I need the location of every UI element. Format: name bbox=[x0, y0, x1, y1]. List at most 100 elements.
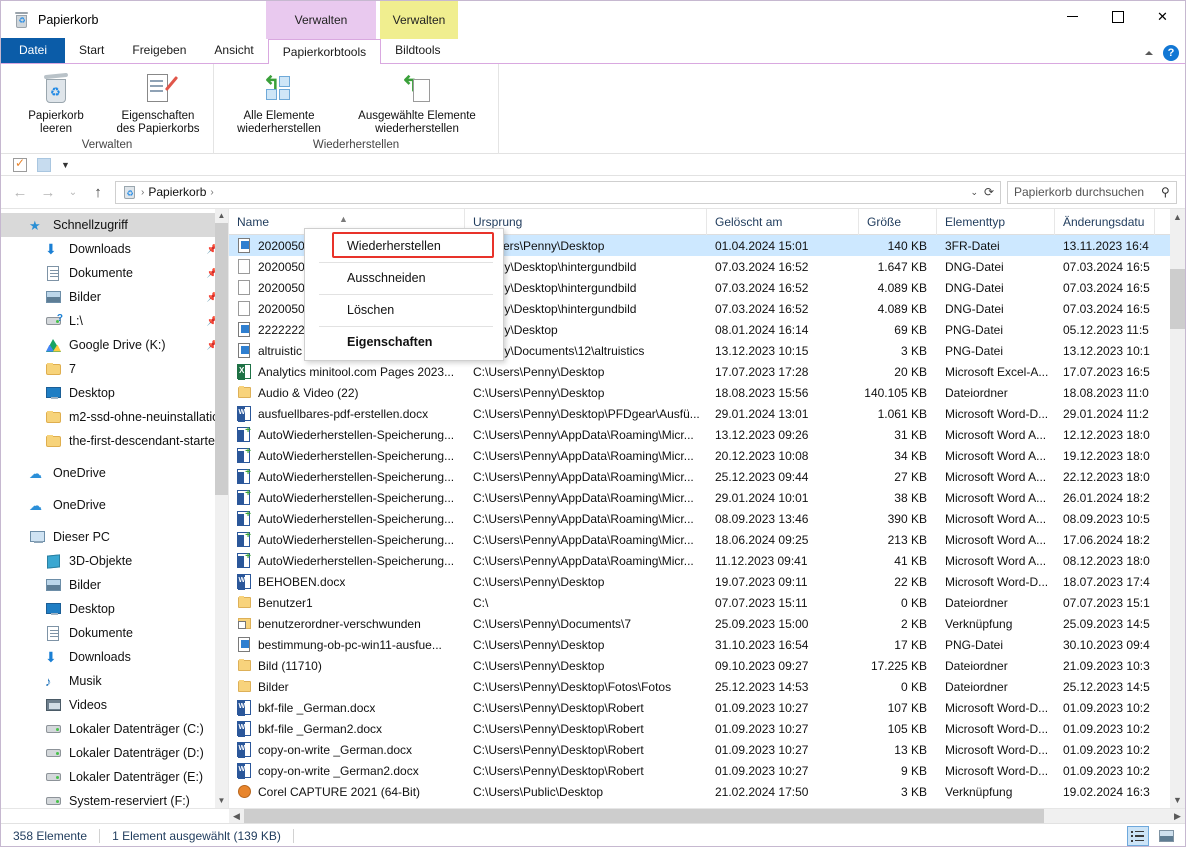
column-header-geloescht-am[interactable]: Gelöscht am bbox=[707, 209, 859, 235]
sidebar-item-google-drive-k[interactable]: Google Drive (K:) 📌 bbox=[1, 333, 228, 357]
column-header-elementtyp[interactable]: Elementtyp bbox=[937, 209, 1055, 235]
checkbox-select-icon[interactable] bbox=[13, 156, 27, 172]
table-row[interactable]: Bild (11710) C:\Users\Penny\Desktop 09.10.… bbox=[229, 655, 1185, 676]
refresh-icon[interactable]: ⟳ bbox=[984, 185, 994, 199]
back-button[interactable]: ← bbox=[9, 181, 31, 203]
forward-button[interactable]: → bbox=[37, 181, 59, 203]
sidebar-item-l[interactable]: ? L:\ 📌 bbox=[1, 309, 228, 333]
table-row[interactable]: copy-on-write _German.docx C:\Users\Penny… bbox=[229, 739, 1185, 760]
column-header-groesse[interactable]: Größe bbox=[859, 209, 937, 235]
cell-name[interactable]: AutoWiederherstellen-Speicherung... bbox=[229, 489, 465, 506]
table-row[interactable]: AutoWiederherstellen-Speicherung... C:\Us… bbox=[229, 508, 1185, 529]
cell-name[interactable]: AutoWiederherstellen-Speicherung... bbox=[229, 447, 465, 464]
sidebar-item-musik[interactable]: ♪ Musik bbox=[1, 669, 228, 693]
hscroll-left-icon[interactable]: ◀ bbox=[229, 809, 244, 824]
table-row[interactable]: BEHOBEN.docx C:\Users\Penny\Desktop 19.07.… bbox=[229, 571, 1185, 592]
table-row[interactable]: bestimmung-ob-pc-win11-ausfue... C:\Users… bbox=[229, 634, 1185, 655]
sidebar-item-lokaler-datentr-ger-e[interactable]: Lokaler Datenträger (E:) bbox=[1, 765, 228, 789]
cell-name[interactable]: Audio & Video (22) bbox=[229, 385, 465, 401]
hscroll-track[interactable] bbox=[244, 808, 1170, 824]
sidebar-item-downloads[interactable]: ⬇ Downloads 📌 bbox=[1, 237, 228, 261]
collapse-ribbon-icon[interactable] bbox=[1145, 51, 1153, 55]
thumbnail-view-button[interactable] bbox=[1155, 826, 1177, 846]
sidebar-item-downloads[interactable]: ⬇ Downloads bbox=[1, 645, 228, 669]
sidebar-item-bilder[interactable]: Bilder 📌 bbox=[1, 285, 228, 309]
table-row[interactable]: AutoWiederherstellen-Speicherung... C:\Us… bbox=[229, 424, 1185, 445]
search-box[interactable]: Papierkorb durchsuchen ⚲ bbox=[1007, 180, 1177, 204]
cell-name[interactable]: AutoWiederherstellen-Speicherung... bbox=[229, 510, 465, 527]
context-menu[interactable]: Wiederherstellen Ausschneiden Löschen Eigen… bbox=[304, 228, 504, 361]
table-row[interactable]: Audio & Video (22) C:\Users\Penny\Desktop… bbox=[229, 382, 1185, 403]
sidebar-item-dieser-pc[interactable]: Dieser PC bbox=[1, 525, 228, 549]
sidebar-item-7[interactable]: 7 bbox=[1, 357, 228, 381]
cell-name[interactable]: AutoWiederherstellen-Speicherung... bbox=[229, 426, 465, 443]
search-icon[interactable]: ⚲ bbox=[1161, 185, 1170, 199]
cell-name[interactable]: bkf-file _German2.docx bbox=[229, 720, 465, 737]
sidebar-item-desktop[interactable]: Desktop bbox=[1, 381, 228, 405]
table-row[interactable]: Analytics minitool.com Pages 2023... C:\U… bbox=[229, 361, 1185, 382]
sidebar-item-onedrive[interactable]: ☁ OneDrive bbox=[1, 461, 228, 485]
cell-name[interactable]: AutoWiederherstellen-Speicherung... bbox=[229, 468, 465, 485]
breadcrumb-papierkorb[interactable]: Papierkorb bbox=[148, 185, 206, 199]
context-menu-item-ausschneiden[interactable]: Ausschneiden bbox=[305, 264, 503, 293]
table-row[interactable]: Benutzer1 C:\ 07.07.2023 15:11 0 KB Dateiord… bbox=[229, 592, 1185, 613]
table-row[interactable]: copy-on-write _German2.docx C:\Users\Penn… bbox=[229, 760, 1185, 781]
table-row[interactable]: Corel CAPTURE 2021 (64-Bit) C:\Users\Publ… bbox=[229, 781, 1185, 802]
sidebar-item-m2-ssd-ohne-neuinstallation[interactable]: m2-ssd-ohne-neuinstallation- bbox=[1, 405, 228, 429]
cell-name[interactable]: ausfuellbares-pdf-erstellen.docx bbox=[229, 405, 465, 422]
panel-icon[interactable] bbox=[37, 157, 51, 172]
cell-name[interactable]: AutoWiederherstellen-Speicherung... bbox=[229, 552, 465, 569]
cell-name[interactable]: copy-on-write _German2.docx bbox=[229, 762, 465, 779]
table-row[interactable]: AutoWiederherstellen-Speicherung... C:\Us… bbox=[229, 445, 1185, 466]
sidebar-scroll-thumb[interactable] bbox=[215, 223, 228, 495]
cell-name[interactable]: BEHOBEN.docx bbox=[229, 573, 465, 590]
table-row[interactable]: AutoWiederherstellen-Speicherung... C:\Us… bbox=[229, 529, 1185, 550]
sidebar-item-lokaler-datentr-ger-c[interactable]: Lokaler Datenträger (C:) bbox=[1, 717, 228, 741]
table-row[interactable]: AutoWiederherstellen-Speicherung... C:\Us… bbox=[229, 466, 1185, 487]
empty-recycle-bin-button[interactable]: ♻ Papierkorb leeren bbox=[7, 68, 105, 136]
file-scroll-down-icon[interactable]: ▼ bbox=[1170, 792, 1185, 808]
cell-name[interactable]: bestimmung-ob-pc-win11-ausfue... bbox=[229, 636, 465, 653]
table-row[interactable]: Bilder C:\Users\Penny\Desktop\Fotos\Fotos… bbox=[229, 676, 1185, 697]
table-row[interactable]: AutoWiederherstellen-Speicherung... C:\Us… bbox=[229, 550, 1185, 571]
minimize-button[interactable] bbox=[1050, 1, 1095, 32]
file-scroll-up-icon[interactable]: ▲ bbox=[1170, 209, 1185, 225]
up-button[interactable]: ↑ bbox=[87, 181, 109, 203]
tab-start[interactable]: Start bbox=[65, 38, 118, 63]
context-menu-item-l-schen[interactable]: Löschen bbox=[305, 296, 503, 325]
file-scroll-thumb[interactable] bbox=[1170, 269, 1185, 329]
tab-bildtools[interactable]: Bildtools bbox=[381, 38, 454, 63]
table-row[interactable]: bkf-file _German2.docx C:\Users\Penny\Des… bbox=[229, 718, 1185, 739]
restore-all-items-button[interactable]: ↰ Alle Elemente wiederherstellen bbox=[220, 68, 338, 136]
cell-name[interactable]: copy-on-write _German.docx bbox=[229, 741, 465, 758]
sidebar-item-onedrive[interactable]: ☁ OneDrive bbox=[1, 493, 228, 517]
cell-name[interactable]: Corel CAPTURE 2021 (64-Bit) bbox=[229, 784, 465, 800]
tab-datei[interactable]: Datei bbox=[1, 38, 66, 63]
table-row[interactable]: ausfuellbares-pdf-erstellen.docx C:\Users… bbox=[229, 403, 1185, 424]
cell-name[interactable]: Benutzer1 bbox=[229, 595, 465, 611]
table-row[interactable]: bkf-file _German.docx C:\Users\Penny\Desk… bbox=[229, 697, 1185, 718]
sidebar-item-dokumente[interactable]: Dokumente bbox=[1, 621, 228, 645]
cell-name[interactable]: Analytics minitool.com Pages 2023... bbox=[229, 363, 465, 380]
cell-name[interactable]: benutzerordner-verschwunden bbox=[229, 616, 465, 632]
address-dropdown-icon[interactable]: ⌄ bbox=[970, 187, 978, 198]
hscroll-right-icon[interactable]: ▶ bbox=[1170, 809, 1185, 824]
sidebar-item-bilder[interactable]: Bilder bbox=[1, 573, 228, 597]
tab-papierkorbtools[interactable]: Papierkorbtools bbox=[267, 39, 382, 64]
cell-name[interactable]: Bilder bbox=[229, 679, 465, 695]
file-list-scrollbar[interactable]: ▲ ▼ bbox=[1170, 209, 1185, 808]
table-row[interactable]: AutoWiederherstellen-Speicherung... C:\Us… bbox=[229, 487, 1185, 508]
quick-access-dropdown-icon[interactable]: ▼ bbox=[61, 160, 70, 170]
maximize-button[interactable] bbox=[1095, 1, 1140, 32]
address-bar[interactable]: ♻ › Papierkorb › ⌄ ⟳ bbox=[115, 180, 1001, 204]
sidebar-item-dokumente[interactable]: Dokumente 📌 bbox=[1, 261, 228, 285]
sidebar-scroll-up-icon[interactable]: ▲ bbox=[215, 209, 228, 223]
restore-selected-items-button[interactable]: ↰ Ausgewählte Elemente wiederherstellen bbox=[342, 68, 492, 136]
help-icon[interactable]: ? bbox=[1163, 45, 1179, 61]
recent-locations-icon[interactable]: ⌄ bbox=[65, 181, 81, 203]
details-view-button[interactable] bbox=[1127, 826, 1149, 846]
tab-freigeben[interactable]: Freigeben bbox=[118, 38, 200, 63]
sidebar-item-desktop[interactable]: Desktop bbox=[1, 597, 228, 621]
sidebar-item-lokaler-datentr-ger-d[interactable]: Lokaler Datenträger (D:) bbox=[1, 741, 228, 765]
breadcrumb-separator-2[interactable]: › bbox=[210, 187, 213, 198]
